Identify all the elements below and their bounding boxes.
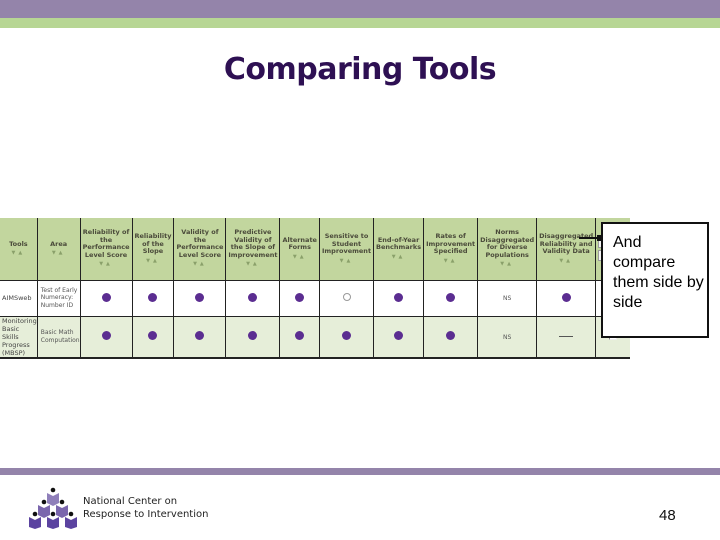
rating-cell: [131, 315, 175, 359]
rating-cell: [225, 279, 281, 317]
rating-cell: [279, 315, 320, 359]
rating-cell: NS: [477, 315, 538, 359]
slide-title: Comparing Tools: [223, 52, 497, 87]
filled-dot-icon: [248, 331, 258, 340]
sort-arrows-icon[interactable]: ▼▲: [539, 258, 593, 265]
filled-dot-icon: [446, 292, 456, 302]
sort-arrows-icon[interactable]: ▼▲: [228, 262, 277, 268]
filled-dot-icon: [295, 292, 305, 302]
filled-dot-icon: [101, 292, 111, 302]
sort-arrows-icon[interactable]: ▼▲: [135, 258, 172, 265]
tools-comparison-table: Tools ▼▲ Area ▼▲ Reliability of the Perfor…: [0, 218, 631, 359]
filled-dot-icon: [195, 331, 205, 340]
filled-dot-icon: [446, 331, 456, 340]
filled-dot-icon: [394, 292, 404, 302]
callout-box: And compare them side by side: [601, 222, 709, 338]
filled-dot-icon: [248, 292, 258, 302]
table-header-row: Tools ▼▲ Area ▼▲ Reliability of the Perfor…: [0, 218, 631, 281]
header-alternate-forms[interactable]: Alternate Forms ▼▲: [279, 218, 320, 281]
filled-dot-icon: [561, 292, 571, 302]
filled-dot-icon: [195, 292, 205, 302]
sort-arrows-icon[interactable]: ▼▲: [282, 254, 317, 261]
rating-cell: [225, 315, 281, 359]
rating-cell: [318, 279, 375, 317]
sort-arrows-icon[interactable]: ▼▲: [40, 250, 78, 257]
tool-name[interactable]: AIMSweb: [0, 279, 38, 317]
rating-cell: [79, 315, 133, 359]
rating-cell: [131, 279, 175, 317]
rating-cell: [318, 315, 375, 359]
tool-area: Test of Early Numeracy: Number ID: [36, 279, 81, 317]
sort-arrows-icon[interactable]: ▼▲: [480, 262, 534, 268]
filled-dot-icon: [148, 292, 158, 302]
header-end-of-year-benchmarks[interactable]: End-of-Year Benchmarks ▼▲: [373, 218, 425, 281]
top-green-band: [0, 18, 720, 28]
rating-cell: [373, 279, 425, 317]
filled-dot-icon: [101, 331, 111, 340]
rating-cell: [536, 315, 597, 359]
rating-cell: [173, 279, 227, 317]
rating-cell: [79, 279, 133, 317]
sort-arrows-icon[interactable]: ▼▲: [376, 254, 421, 261]
header-rates-of-improvement[interactable]: Rates of Improvement Specified ▼▲: [423, 218, 479, 281]
organization-name: National Center on Response to Intervent…: [83, 496, 209, 520]
sort-arrows-icon[interactable]: ▼▲: [2, 250, 35, 257]
rating-text: NS: [503, 333, 512, 341]
header-disaggregated-reliability[interactable]: Disaggregated Reliability and Validity D…: [536, 218, 597, 281]
filled-dot-icon: [148, 331, 158, 340]
header-sensitive-improvement[interactable]: Sensitive to Student Improvement ▼▲: [318, 218, 375, 281]
sort-arrows-icon[interactable]: ▼▲: [83, 262, 130, 268]
header-validity-performance[interactable]: Validity of the Performance Level Score ▼…: [173, 218, 227, 281]
header-area[interactable]: Area ▼▲: [36, 218, 81, 281]
table-row: AIMSweb Test of Early Numeracy: Number ID…: [0, 279, 631, 317]
dash-icon: [559, 336, 574, 337]
header-tools[interactable]: Tools ▼▲: [0, 218, 38, 281]
sort-arrows-icon[interactable]: ▼▲: [426, 258, 475, 265]
table-row: Monitoring Basic Skills Progress (MBSP) B…: [0, 315, 631, 359]
rating-cell: [373, 315, 425, 359]
page-number: 48: [659, 507, 676, 524]
header-reliability-slope[interactable]: Reliability of the Slope ▼▲: [131, 218, 175, 281]
tool-name[interactable]: Monitoring Basic Skills Progress (MBSP): [0, 315, 38, 359]
filled-dot-icon: [394, 331, 404, 340]
sort-arrows-icon[interactable]: ▼▲: [176, 262, 223, 268]
tool-area: Basic Math Computation: [36, 315, 81, 359]
bottom-purple-band: [0, 468, 720, 475]
filled-dot-icon: [342, 331, 351, 340]
empty-dot-icon: [342, 293, 351, 301]
rating-cell: [423, 279, 479, 317]
header-norms-disaggregated[interactable]: Norms Disaggregated for Diverse Populati…: [477, 218, 538, 281]
top-purple-band: [0, 0, 720, 18]
header-reliability-performance[interactable]: Reliability of the Performance Level Sco…: [79, 218, 133, 281]
rating-cell: [279, 279, 320, 317]
callout-text: And compare them side by side: [613, 234, 704, 311]
rating-cell: [536, 279, 597, 317]
rating-text: NS: [503, 295, 512, 302]
rating-cell: [423, 315, 479, 359]
ncrti-logo-icon: [29, 487, 77, 529]
rating-cell: [173, 315, 227, 359]
rating-cell: NS: [477, 279, 538, 317]
sort-arrows-icon[interactable]: ▼▲: [322, 258, 371, 265]
filled-dot-icon: [295, 331, 305, 340]
header-predictive-validity-slope[interactable]: Predictive Validity of the Slope of Impr…: [225, 218, 281, 281]
